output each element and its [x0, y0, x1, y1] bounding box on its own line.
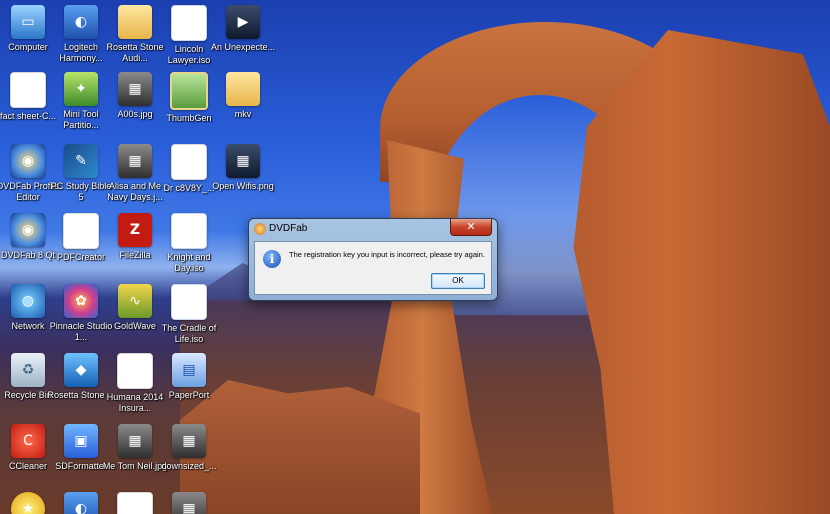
pdfcreator-icon: PDF	[63, 213, 99, 249]
desktop-icon-downsized[interactable]: ▦ downsized_...	[155, 424, 223, 472]
pdf-file-icon: PDF	[171, 144, 207, 180]
iso-file-icon: ◎	[171, 5, 207, 41]
pdf-file-icon: PDF	[117, 353, 153, 389]
desktop-icon-cradle-of-life[interactable]: ◎ The Cradle of Life.iso	[155, 284, 223, 345]
dvdfab-profile-editor-icon: ◉	[11, 144, 45, 178]
computer-icon: ▭	[11, 5, 45, 39]
photo-file-icon: ▦	[118, 424, 152, 458]
desktop-icon-partial[interactable]: ▦	[155, 492, 223, 514]
dialog-content: i The registration key you input is inco…	[254, 241, 492, 295]
close-button[interactable]: ✕	[450, 219, 492, 236]
star-icon: ★	[11, 492, 45, 514]
dvdfab-app-icon	[254, 223, 266, 235]
photo-file-icon: ▦	[118, 72, 152, 106]
minitool-partition-icon: ✦	[64, 72, 98, 106]
image-file-icon: ▦	[226, 144, 260, 178]
iso-file-icon: ◎	[171, 213, 207, 249]
desktop-icon-label: downsized_...	[161, 461, 217, 471]
filezilla-icon: Z	[118, 213, 152, 247]
iso-file-icon: ◎	[171, 284, 207, 320]
recycle-bin-icon: ♻	[11, 353, 45, 387]
pdf-file-icon: PDF	[10, 72, 46, 108]
app-icon: ◐	[64, 492, 98, 514]
pinnacle-studio-icon: ✿	[64, 284, 98, 318]
desktop-icon-knight-and-day[interactable]: ◎ Knight and Day.iso	[155, 213, 223, 274]
goldwave-icon: ∿	[118, 284, 152, 318]
dvdfab-dialog[interactable]: DVDFab ✕ i The registration key you inpu…	[248, 218, 498, 301]
pdf-file-icon: PDF	[117, 492, 153, 514]
desktop-icon-open-wifis[interactable]: ▦ Open Wifis.png	[209, 144, 277, 192]
photo-file-icon: ▦	[118, 144, 152, 178]
ccleaner-icon: C	[11, 424, 45, 458]
video-file-icon: ▶	[226, 5, 260, 39]
desktop-icon-label: Open Wifis.png	[212, 181, 274, 191]
dialog-title: DVDFab	[269, 223, 308, 234]
desktop-icon-mkv[interactable]: mkv	[209, 72, 277, 120]
desktop-icon-paperport[interactable]: ▤ PaperPort	[155, 353, 223, 401]
network-icon: ◍	[11, 284, 45, 318]
folder-icon	[118, 5, 152, 39]
desktop[interactable]: ▭ Computer PDF fact sheet-C... ◉ DVDFab …	[0, 0, 830, 514]
paperport-icon: ▤	[172, 353, 206, 387]
photo-file-icon: ▦	[172, 424, 206, 458]
dialog-message: The registration key you input is incorr…	[289, 250, 485, 259]
sdformatter-icon: ▣	[64, 424, 98, 458]
rosetta-stone-icon: ◆	[64, 353, 98, 387]
logitech-harmony-icon: ◐	[64, 5, 98, 39]
desktop-icon-label: Knight and Day.iso	[167, 252, 211, 273]
thumbgen-icon	[170, 72, 208, 110]
desktop-icon-label: An Unexpecte...	[210, 42, 276, 52]
desktop-icon-label: PaperPort	[168, 390, 210, 400]
photo-file-icon: ▦	[172, 492, 206, 514]
desktop-icon-label: mkv	[234, 109, 252, 119]
folder-icon	[226, 72, 260, 106]
pc-study-bible-icon: ✎	[64, 144, 98, 178]
dialog-titlebar[interactable]: DVDFab ✕	[249, 219, 497, 239]
dvdfab-icon: ◉	[11, 213, 45, 247]
info-icon: i	[263, 250, 281, 268]
ok-button[interactable]: OK	[431, 273, 485, 289]
desktop-icon-an-unexpected[interactable]: ▶ An Unexpecte...	[209, 5, 277, 53]
desktop-icon-label: The Cradle of Life.iso	[161, 323, 217, 344]
